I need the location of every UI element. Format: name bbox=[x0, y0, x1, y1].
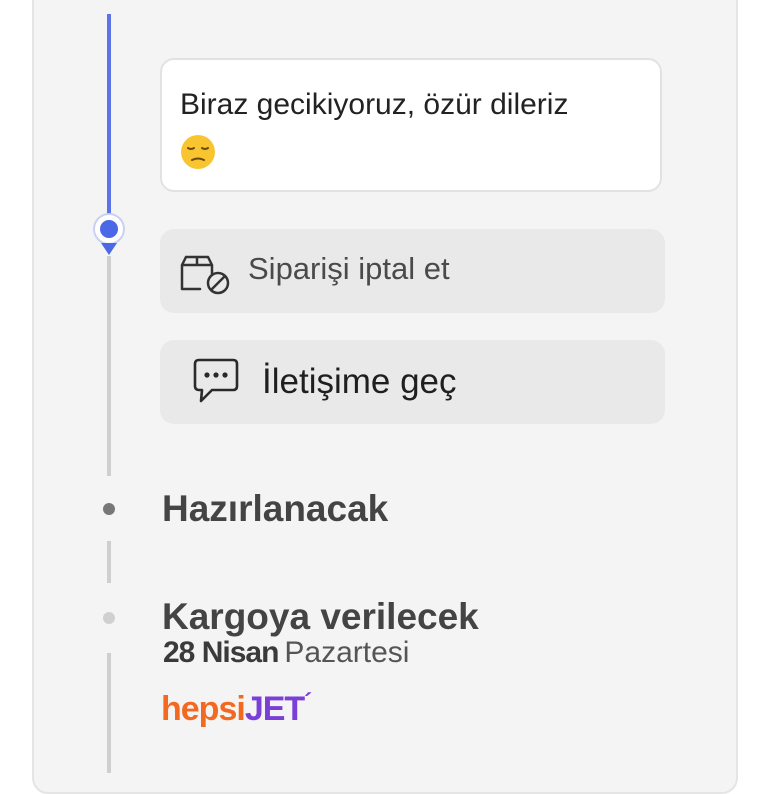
timeline-line bbox=[107, 541, 111, 583]
step-title-shipping: Kargoya verilecek bbox=[162, 596, 479, 637]
carrier-logo: hepsiJET´ bbox=[161, 689, 312, 729]
delay-message-card: Biraz gecikiyoruz, özür dileriz bbox=[160, 58, 662, 192]
current-step-marker bbox=[95, 215, 123, 243]
shipping-date-value: 28 Nisan bbox=[163, 636, 279, 669]
timeline-line bbox=[107, 653, 111, 773]
cancel-order-button[interactable]: Siparişi iptal et bbox=[160, 229, 665, 313]
current-step-pointer bbox=[101, 243, 117, 255]
shipping-date: 28 Nisan Pazartesi bbox=[163, 636, 409, 670]
timeline-progress-line bbox=[107, 14, 111, 226]
carrier-logo-mark: ´ bbox=[304, 689, 312, 716]
contact-button[interactable]: İletişime geç bbox=[160, 340, 665, 424]
carrier-logo-part1: hepsi bbox=[161, 690, 246, 728]
step-title-prepare: Hazırlanacak bbox=[162, 488, 389, 529]
delay-message-text: Biraz gecikiyoruz, özür dileriz bbox=[180, 88, 569, 121]
chat-bubble-icon bbox=[192, 356, 240, 411]
shipping-day-value: Pazartesi bbox=[284, 636, 410, 669]
carrier-logo-part2: JET bbox=[244, 690, 305, 728]
step-dot-prepare bbox=[103, 503, 115, 515]
contact-label: İletişime geç bbox=[262, 362, 457, 401]
timeline-line bbox=[107, 256, 111, 476]
box-cancel-icon bbox=[178, 249, 234, 302]
cancel-order-label: Siparişi iptal et bbox=[248, 251, 450, 286]
step-dot-shipping bbox=[103, 612, 115, 624]
pensive-face-emoji bbox=[180, 134, 216, 170]
